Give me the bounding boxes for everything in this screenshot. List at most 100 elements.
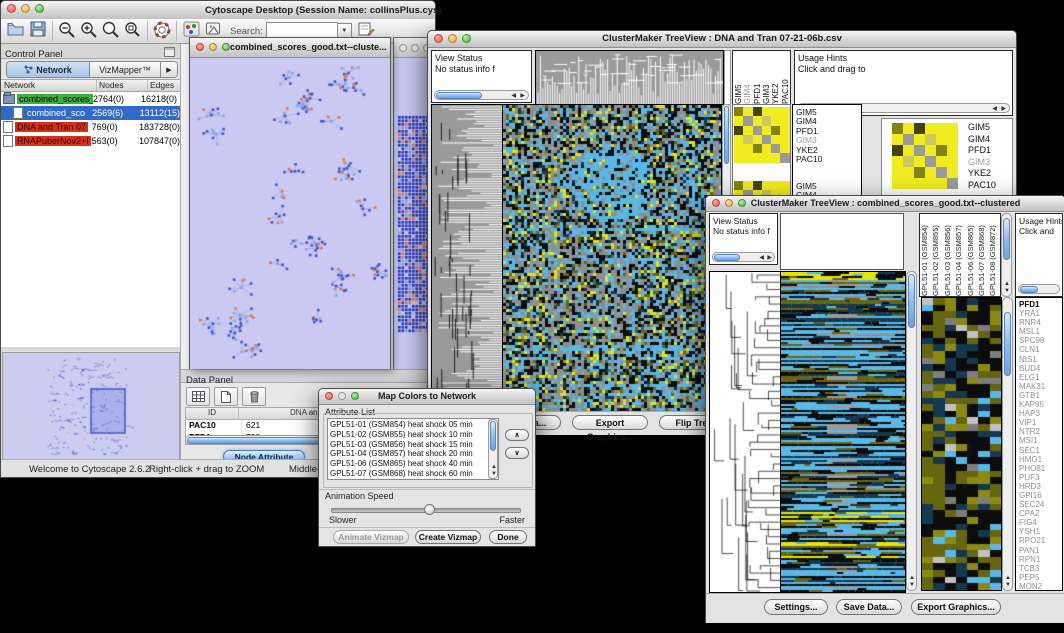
network-row[interactable]: combined_sco2569(6)13112(15)	[1, 106, 180, 120]
network-nodes: 769(0)	[92, 122, 139, 132]
minimize-button[interactable]	[21, 4, 30, 13]
matrix-row	[734, 144, 790, 153]
network-row[interactable]: combined_scores_2764(0)16218(0)	[1, 92, 180, 106]
treeview1-global-heatmap[interactable]	[502, 104, 722, 413]
zoom-button[interactable]	[35, 4, 44, 13]
tab-overflow-arrow[interactable]: ▶	[161, 62, 177, 77]
treeview2-view-status: View Status No status info f ◀ ▶	[709, 213, 778, 265]
treeview2-zoom-vscrollbar[interactable]: ▲ ▼	[1002, 297, 1013, 591]
attribute-list-vscrollbar[interactable]: ▲ ▼	[488, 419, 498, 479]
save-icon[interactable]	[27, 21, 49, 41]
treeview1-row-dendrogram[interactable]	[431, 104, 503, 413]
new-doc-icon[interactable]	[214, 387, 238, 406]
network-row[interactable]: RNAPuberNov2+I563(0)107847(0)	[1, 134, 180, 148]
matrix-cell	[734, 135, 743, 144]
table-grid-icon[interactable]	[186, 387, 210, 406]
birdseye-canvas[interactable]	[2, 352, 180, 460]
treeview2-global-heatmap[interactable]	[780, 271, 906, 593]
slider-thumb[interactable]	[424, 504, 435, 515]
zoom-button[interactable]	[222, 43, 230, 51]
gene-label: PAC10	[796, 155, 822, 164]
network-canvas-1[interactable]	[190, 58, 390, 369]
attribute-list-item[interactable]: GPL51-06 (GSM865) heat shock 40 min	[328, 459, 498, 469]
attribute-list[interactable]: GPL51-01 (GSM854) heat shock 05 minGPL51…	[327, 418, 499, 480]
treeview2-zoom-heatmap[interactable]	[921, 297, 1002, 591]
attribute-list-item[interactable]: GPL51-04 (GSM857) heat shock 20 min	[328, 449, 498, 459]
matrix-cell	[762, 116, 771, 125]
correlation-matrix-zoom[interactable]	[892, 123, 958, 189]
help-lifering-icon[interactable]	[151, 21, 173, 41]
matrix-cell	[947, 178, 958, 189]
attribute-list-item[interactable]: GPL51-03 (GSM856) heat shock 15 min	[328, 440, 498, 450]
done-button[interactable]: Done	[489, 530, 527, 544]
network-nodes: 2764(0)	[93, 94, 141, 104]
treeview2-collabel-vscrollbar[interactable]: ▲ ▼	[1001, 213, 1012, 297]
matrix-row	[892, 167, 958, 178]
matrix-cell	[925, 167, 936, 178]
treeview2-row-dendrogram[interactable]	[709, 271, 781, 593]
float-panel-icon[interactable]	[164, 47, 175, 57]
treeview2-column-dendrogram[interactable]	[780, 213, 904, 270]
treeview2-titlebar[interactable]: ClusterMaker TreeView : combined_scores_…	[706, 196, 1064, 212]
control-panel-tabs: Network VizMapper™ ▶	[1, 59, 181, 79]
matrix-cell	[936, 123, 947, 134]
gene-label: RPO21	[1019, 536, 1062, 545]
close-button[interactable]	[7, 4, 16, 13]
move-up-button[interactable]: ∧	[505, 429, 529, 441]
view-status-hscrollbar[interactable]: ◀ ▶	[712, 252, 775, 262]
treeview1-titlebar[interactable]: ClusterMaker TreeView : DNA and Tran 07-…	[428, 31, 1016, 48]
minimize-button[interactable]	[411, 44, 419, 52]
slower-label: Slower	[329, 515, 357, 525]
treeview2-vscrollbar[interactable]: ▲ ▼	[906, 271, 917, 591]
gene-label: GPI16	[1019, 491, 1062, 500]
export-graphics-button[interactable]: Export Graphics...	[911, 599, 1001, 615]
settings-button[interactable]: Settings...	[764, 599, 828, 615]
gene-label: CPA2	[1019, 509, 1062, 518]
close-button[interactable]	[196, 43, 204, 51]
trash-icon[interactable]	[242, 387, 266, 406]
gene-label: TCB3	[1019, 564, 1062, 573]
tab-network[interactable]: Network	[7, 62, 90, 77]
matrix-cell	[914, 178, 925, 189]
save-data-button[interactable]: Save Data...	[836, 599, 902, 615]
treeview1-corner-strip	[724, 50, 731, 105]
matrix-cell	[743, 181, 752, 190]
matrix-cell	[892, 134, 903, 145]
matrix-cell	[753, 135, 762, 144]
open-folder-icon[interactable]	[5, 21, 27, 41]
attribute-list-item[interactable]: GPL51-01 (GSM854) heat shock 05 min	[328, 420, 498, 430]
status-zoom-hint: Right-click + drag to ZOOM	[149, 464, 264, 475]
zoom-in-icon[interactable]	[78, 21, 100, 41]
row-id: PAC10	[186, 420, 242, 432]
column-label: GIM5	[734, 52, 743, 104]
network-row[interactable]: DNA and Tran 07769(0)183728(0)	[1, 120, 180, 134]
create-vizmap-button[interactable]: Create Vizmap	[415, 530, 481, 544]
attribute-list-item[interactable]: GPL51-02 (GSM855) heat shock 10 min	[328, 430, 498, 440]
move-down-button[interactable]: ∨	[505, 447, 529, 459]
minimize-button[interactable]	[209, 43, 217, 51]
zoom-fit-icon[interactable]	[100, 21, 122, 41]
treeview1-column-dendrogram[interactable]	[535, 50, 724, 105]
map-dialog-titlebar[interactable]: Map Colors to Network	[319, 389, 535, 405]
export-graphics-button[interactable]: Export Graphics...	[572, 415, 648, 430]
treeview1-title: ClusterMaker TreeView : DNA and Tran 07-…	[428, 33, 1016, 44]
view-status-hscrollbar[interactable]: ◀ ▶	[434, 90, 529, 100]
matrix-cell	[925, 134, 936, 145]
main-titlebar[interactable]: Cytoscape Desktop (Session Name: collins…	[1, 1, 435, 20]
zoom-selected-icon[interactable]	[122, 21, 144, 41]
gene-label: MON2	[1019, 582, 1062, 591]
animation-speed-slider[interactable]	[331, 508, 521, 513]
network-name: DNA and Tran 07	[15, 122, 88, 132]
close-button[interactable]	[399, 44, 407, 52]
matrix-cell	[947, 134, 958, 145]
document-icon	[13, 107, 23, 119]
attribute-list-item[interactable]: GPL51-07 (GSM868) heat shock 60 min	[328, 469, 498, 479]
gene-label: PFD1	[968, 145, 996, 157]
animate-vizmap-button[interactable]: Animate Vizmap	[333, 530, 409, 544]
correlation-matrix[interactable]	[734, 107, 790, 163]
network-window-titlebar[interactable]: combined_scores_good.txt--cluste...	[190, 38, 390, 58]
tab-vizmapper[interactable]: VizMapper™	[90, 62, 161, 77]
gene-label: PAC10	[968, 180, 996, 192]
zoom-out-icon[interactable]	[56, 21, 78, 41]
usage-hints-hscrollbar[interactable]	[1018, 284, 1060, 294]
